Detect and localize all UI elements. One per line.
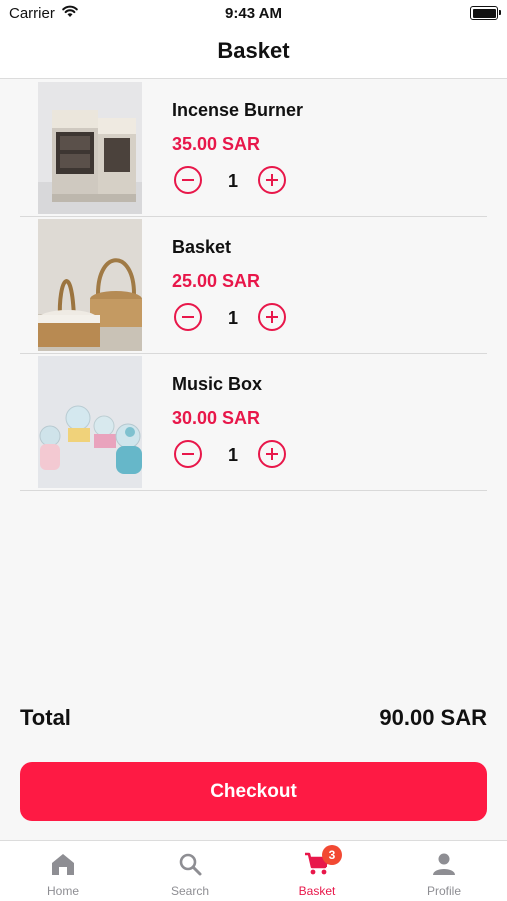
quantity-value: 1 [227,445,238,465]
decrease-quantity-button[interactable] [174,166,202,194]
music-box-image [38,356,142,488]
item-name: Basket [172,237,232,257]
increase-quantity-button[interactable] [258,303,286,331]
decrease-quantity-button[interactable] [174,440,202,468]
search-icon [177,851,203,877]
quantity-value: 1 [227,171,238,191]
status-bar: Carrier 9:43 AM [0,0,507,28]
quantity-value: 1 [227,308,238,328]
page-title: Basket [217,38,290,63]
tab-search[interactable]: Search [127,841,253,901]
tab-label: Basket [298,884,336,898]
checkout-button[interactable]: Checkout [20,762,487,821]
item-price: 30.00 SAR [172,408,261,428]
item-price: 35.00 SAR [172,134,261,154]
basket-item: Incense Burner 35.00 SAR 1 [20,80,487,217]
total-row: Total 90.00 SAR [20,705,487,735]
tab-label: Search [170,884,210,898]
item-name: Incense Burner [172,100,304,120]
quantity-stepper: 1 [172,440,292,474]
tab-basket[interactable]: 3 Basket [254,841,380,901]
basket-item: Basket 25.00 SAR 1 [20,217,487,354]
tab-home[interactable]: Home [0,841,126,901]
person-icon [431,851,457,877]
minus-icon [182,178,194,182]
increase-quantity-button[interactable] [258,166,286,194]
clock: 9:43 AM [225,5,282,22]
minus-icon [182,452,194,456]
quantity-stepper: 1 [172,303,292,337]
increase-quantity-button[interactable] [258,440,286,468]
item-price: 25.00 SAR [172,271,261,291]
quantity-stepper: 1 [172,166,292,200]
minus-icon [182,315,194,319]
basket-count-badge: 3 [322,845,342,865]
total-label: Total [20,705,71,730]
wicker-basket-image [38,219,142,351]
tab-profile[interactable]: Profile [381,841,507,901]
tab-bar: Home Search 3 Basket Profile [0,840,507,901]
incense-burner-image [38,82,142,214]
decrease-quantity-button[interactable] [174,303,202,331]
tab-label: Profile [426,884,461,898]
home-icon [50,851,76,877]
navigation-bar: Basket [0,28,507,79]
basket-item: Music Box 30.00 SAR 1 [20,354,487,491]
total-amount: 90.00 SAR [379,705,487,730]
item-name: Music Box [172,374,263,394]
tab-label: Home [46,884,79,898]
battery-icon [470,6,501,20]
